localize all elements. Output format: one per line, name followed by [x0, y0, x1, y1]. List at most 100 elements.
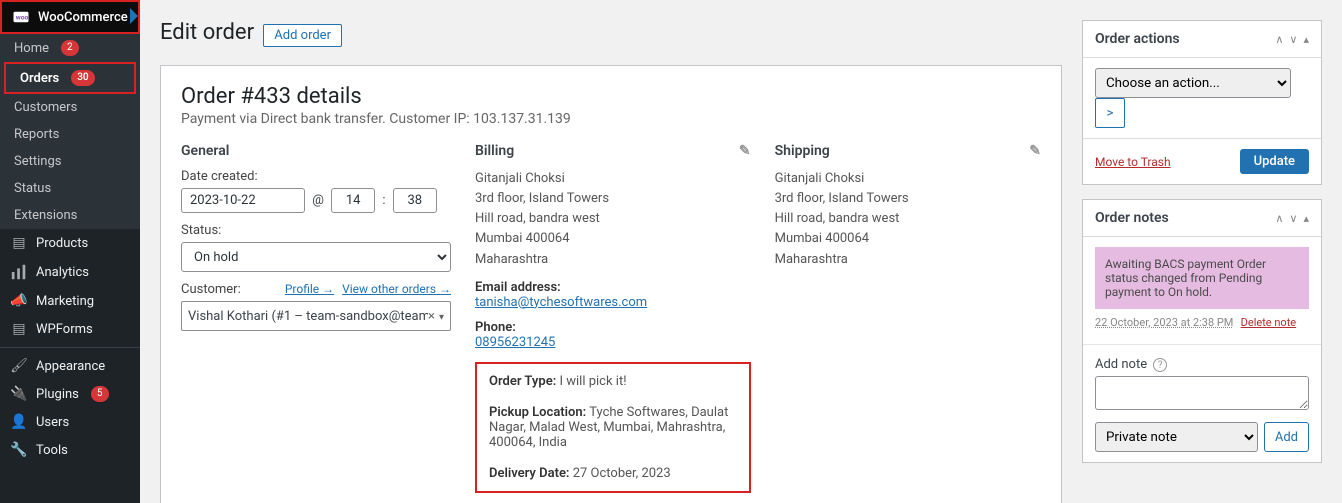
- shipping-line2: 3rd floor, Island Towers: [775, 189, 1041, 209]
- delivery-date-value: 27 October, 2023: [573, 466, 671, 481]
- plugins-badge: 5: [91, 386, 109, 402]
- clear-customer-icon[interactable]: ×: [428, 309, 435, 324]
- woocommerce-icon: woo: [12, 8, 30, 26]
- add-note-label: Add note: [1095, 357, 1147, 372]
- sidebar-item-customers[interactable]: Customers: [0, 94, 140, 121]
- billing-line3: Hill road, bandra west: [475, 209, 751, 229]
- delivery-date-label: Delivery Date:: [489, 466, 569, 481]
- woocommerce-submenu: Home 2 Orders 30 Customers Reports Setting…: [0, 34, 140, 229]
- move-down-icon[interactable]: ∨: [1289, 212, 1297, 225]
- view-orders-link[interactable]: View other orders →: [342, 282, 451, 296]
- sidebar-item-tools[interactable]: 🔧 Tools: [0, 436, 140, 464]
- sidebar-item-status[interactable]: Status: [0, 175, 140, 202]
- order-notes-box: Order notes ∧ ∨ ▴ Awaiting BACS payment Or…: [1082, 199, 1322, 463]
- add-note-textarea[interactable]: [1095, 376, 1309, 410]
- help-icon[interactable]: ?: [1153, 358, 1167, 372]
- billing-address: Gitanjali Choksi 3rd floor, Island Tower…: [475, 169, 751, 270]
- sidebar-label: Appearance: [36, 359, 105, 374]
- page-title: Edit order: [160, 20, 254, 45]
- email-label: Email address:: [475, 280, 751, 295]
- general-column: General Date created: @ : Status: On hol…: [181, 143, 451, 493]
- sidebar-label: Products: [36, 236, 88, 251]
- appearance-icon: 🖌: [10, 358, 28, 374]
- move-up-icon[interactable]: ∧: [1275, 33, 1283, 46]
- sidebar-item-plugins[interactable]: 🔌Plugins5: [0, 380, 140, 408]
- home-badge: 2: [61, 40, 79, 56]
- billing-line2: 3rd floor, Island Towers: [475, 189, 751, 209]
- edit-shipping-icon[interactable]: ✎: [1029, 143, 1041, 159]
- date-created-input[interactable]: [181, 188, 305, 213]
- billing-heading: Billing: [475, 143, 514, 159]
- submenu-label: Home: [14, 41, 49, 56]
- submenu-label: Extensions: [14, 208, 77, 223]
- submenu-label: Orders: [20, 71, 59, 86]
- sidebar-label: Tools: [36, 443, 68, 458]
- shipping-column: Shipping✎ Gitanjali Choksi 3rd floor, Is…: [775, 143, 1041, 493]
- billing-column: Billing ✎ Gitanjali Choksi 3rd floor, Isl…: [475, 143, 751, 493]
- sidebar-item-appearance[interactable]: 🖌 Appearance: [0, 352, 140, 380]
- status-select[interactable]: On hold: [181, 242, 451, 272]
- submenu-label: Status: [14, 181, 51, 196]
- submenu-label: Reports: [14, 127, 59, 142]
- billing-city: Mumbai 400064: [475, 229, 751, 249]
- note-item: Awaiting BACS payment Order status chang…: [1095, 247, 1309, 309]
- sidebar-item-settings[interactable]: Settings: [0, 148, 140, 175]
- sidebar-item-extensions[interactable]: Extensions: [0, 202, 140, 229]
- sidebar-item-wpforms[interactable]: ▤WPForms: [0, 315, 140, 343]
- hour-input[interactable]: [331, 188, 375, 213]
- order-panel: Order #433 details Payment via Direct ba…: [160, 65, 1062, 503]
- svg-text:woo: woo: [16, 13, 29, 21]
- minute-input[interactable]: [393, 188, 437, 213]
- submenu-label: Customers: [14, 100, 77, 115]
- profile-link[interactable]: Profile →: [285, 282, 334, 296]
- phone-label: Phone:: [475, 320, 751, 335]
- billing-email-link[interactable]: tanisha@tychesoftwares.com: [475, 295, 647, 310]
- edit-billing-icon[interactable]: ✎: [739, 143, 751, 159]
- order-actions-title: Order actions: [1095, 31, 1180, 47]
- order-type-label: Order Type:: [489, 374, 556, 389]
- submenu-label: Settings: [14, 154, 61, 169]
- move-down-icon[interactable]: ∨: [1289, 33, 1297, 46]
- update-button[interactable]: Update: [1240, 149, 1309, 174]
- add-order-button[interactable]: Add order: [263, 24, 342, 47]
- delete-note-link[interactable]: Delete note: [1241, 316, 1297, 329]
- customer-value: Vishal Kothari (#1 – team-sandbox@team-s…: [188, 309, 428, 324]
- shipping-city: Mumbai 400064: [775, 229, 1041, 249]
- note-type-select[interactable]: Private note: [1095, 422, 1258, 452]
- marketing-icon: 📣: [10, 293, 28, 309]
- order-notes-title: Order notes: [1095, 210, 1169, 226]
- admin-sidebar: woo WooCommerce Home 2 Orders 30 Customers…: [0, 0, 140, 503]
- move-to-trash-link[interactable]: Move to Trash: [1095, 155, 1171, 169]
- chevron-down-icon[interactable]: ▾: [439, 312, 444, 323]
- shipping-address: Gitanjali Choksi 3rd floor, Island Tower…: [775, 169, 1041, 270]
- sidebar-item-users[interactable]: 👤Users: [0, 408, 140, 436]
- colon-symbol: :: [382, 193, 385, 208]
- right-sidebar: Order actions ∧∨▴ Choose an action... > …: [1082, 0, 1342, 503]
- customer-select[interactable]: Vishal Kothari (#1 – team-sandbox@team-s…: [181, 301, 451, 331]
- toggle-icon[interactable]: ▴: [1303, 212, 1309, 225]
- billing-phone-link[interactable]: 08956231245: [475, 335, 555, 350]
- sidebar-label: Analytics: [36, 265, 89, 280]
- orders-badge: 30: [71, 70, 94, 86]
- tools-icon: 🔧: [10, 442, 28, 458]
- sidebar-label: Users: [36, 415, 69, 430]
- add-note-button[interactable]: Add: [1264, 422, 1309, 452]
- analytics-icon: [10, 263, 28, 281]
- sidebar-item-home[interactable]: Home 2: [0, 34, 140, 62]
- plugins-icon: 🔌: [10, 386, 28, 402]
- billing-name: Gitanjali Choksi: [475, 169, 751, 189]
- sidebar-item-orders[interactable]: Orders 30: [4, 62, 136, 94]
- sidebar-item-reports[interactable]: Reports: [0, 121, 140, 148]
- sidebar-label-woocommerce: WooCommerce: [38, 10, 128, 25]
- wpforms-icon: ▤: [10, 321, 28, 337]
- move-up-icon[interactable]: ∧: [1275, 212, 1283, 225]
- sidebar-item-woocommerce[interactable]: woo WooCommerce: [0, 0, 140, 34]
- sidebar-item-marketing[interactable]: 📣Marketing: [0, 287, 140, 315]
- products-icon: ▤: [10, 235, 28, 251]
- toggle-icon[interactable]: ▴: [1303, 33, 1309, 46]
- sidebar-item-products[interactable]: ▤ Products: [0, 229, 140, 257]
- sidebar-item-analytics[interactable]: Analytics: [0, 257, 140, 287]
- order-action-select[interactable]: Choose an action...: [1095, 68, 1291, 98]
- order-type-value: I will pick it!: [559, 374, 626, 389]
- apply-action-button[interactable]: >: [1095, 98, 1125, 128]
